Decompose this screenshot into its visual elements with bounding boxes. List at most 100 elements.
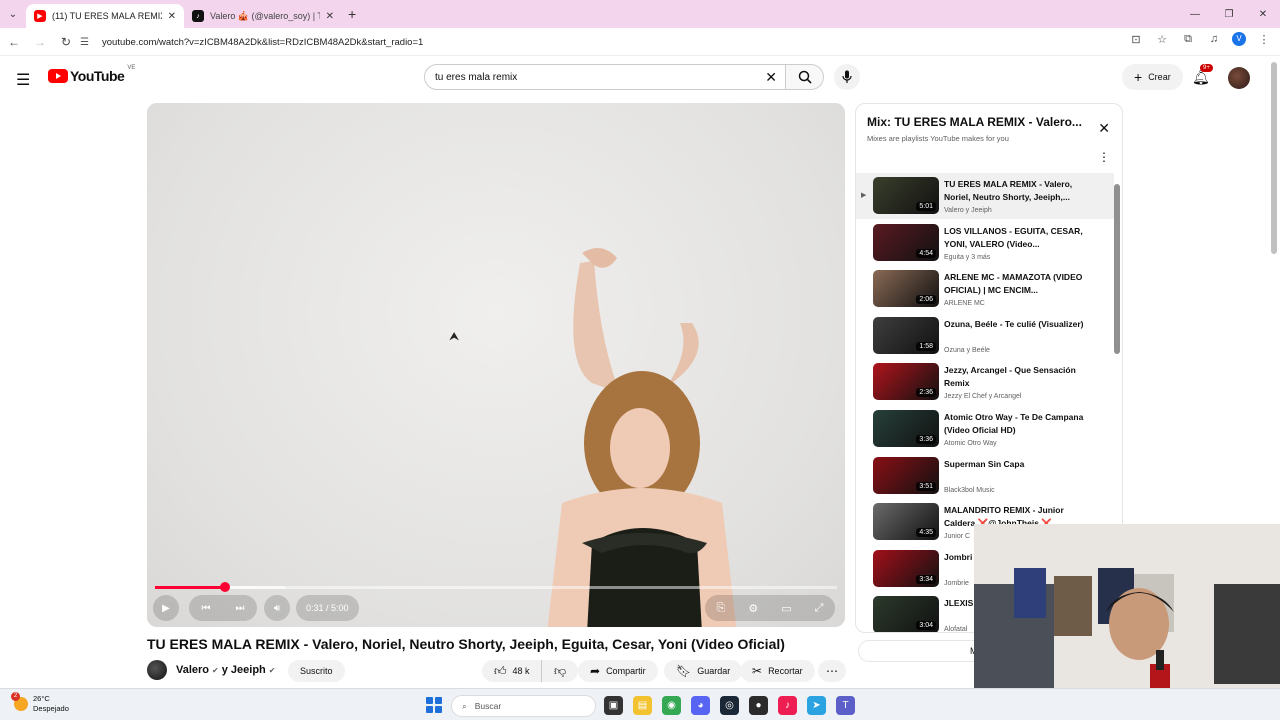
windows-taskbar: 2 26°C Despejado ⌕ Buscar ▣ ▤ ◉ ◕ ◎ ● ♪ … (0, 688, 1280, 720)
browser-menu-icon[interactable]: ⋮ (1256, 33, 1272, 46)
duration-badge: 4:54 (916, 248, 936, 258)
playlist-item[interactable]: 2:06 ARLENE MC - MAMAZOTA (VIDEO OFICIAL)… (856, 266, 1114, 312)
menu-icon[interactable]: ☰ (16, 70, 30, 90)
like-button[interactable]: 👍︎ 48 k (482, 660, 542, 682)
clip-button[interactable]: ✂ Recortar (740, 660, 815, 682)
previous-icon[interactable]: ⏮ (202, 603, 211, 614)
task-view-icon[interactable]: ▣ (604, 696, 623, 715)
share-button[interactable]: ➦ Compartir (578, 660, 658, 682)
tab-search-icon[interactable]: ⌄ (0, 0, 26, 28)
browser-tab-youtube[interactable]: ▶ (11) TU ERES MALA REMIX - Va ✕ (26, 4, 184, 28)
plus-icon: + (1134, 69, 1143, 85)
video-thumbnail[interactable]: 3:36 (873, 410, 939, 447)
address-bar[interactable]: ☰ youtube.com/watch?v=zICBM48A2Dk&list=R… (80, 31, 1080, 53)
playlist-item[interactable]: 2:36 Jezzy, Arcangel - Que Sensación Remi… (856, 359, 1114, 405)
chrome-icon[interactable]: ◉ (662, 696, 681, 715)
video-thumbnail[interactable]: 2:36 (873, 363, 939, 401)
youtube-logo[interactable]: YouTube VE (48, 65, 135, 84)
clear-search-icon[interactable]: ✕ (765, 69, 777, 86)
item-title[interactable]: Atomic Otro Way - Te De Campana (Video O… (944, 411, 1084, 437)
obs-icon[interactable]: ● (749, 696, 768, 715)
search-input[interactable]: tu eres mala remix ✕ (424, 64, 786, 90)
taskbar-search[interactable]: ⌕ Buscar (451, 695, 596, 717)
playlist-more-icon[interactable]: ⋮ (1098, 150, 1110, 164)
voice-search-button[interactable] (834, 64, 860, 90)
video-thumbnail[interactable]: 3:51 (873, 456, 939, 494)
item-title[interactable]: LOS VILLANOS - EGUITA, CESAR, YONI, VALE… (944, 225, 1084, 251)
video-thumbnail[interactable]: 4:35 (873, 503, 939, 541)
telegram-icon[interactable]: ➤ (807, 696, 826, 715)
account-avatar[interactable] (1228, 67, 1250, 89)
playlist-item[interactable]: 4:54 LOS VILLANOS - EGUITA, CESAR, YONI, … (856, 220, 1114, 266)
video-thumbnail[interactable]: 3:04 (873, 596, 939, 632)
close-tab-icon[interactable]: ✕ (326, 11, 334, 22)
video-thumbnail[interactable]: 1:58 (873, 316, 939, 354)
discord-icon[interactable]: ◕ (691, 696, 710, 715)
playlist-scrollbar[interactable] (1114, 174, 1120, 354)
item-title[interactable]: Jezzy, Arcangel - Que Sensación Remix (944, 364, 1084, 390)
browser-toolbar: ← → ↻ ☰ youtube.com/watch?v=zICBM48A2Dk&… (0, 28, 1280, 56)
channel-name[interactable]: Valero (176, 664, 209, 676)
fullscreen-icon[interactable]: ⤢ (815, 602, 824, 615)
steam-icon[interactable]: ◎ (720, 696, 739, 715)
bookmark-star-icon[interactable]: ☆ (1154, 33, 1170, 46)
playlist-item[interactable]: 3:36 Atomic Otro Way - Te De Campana (Vid… (856, 406, 1114, 452)
next-icon[interactable]: ⏭ (236, 603, 245, 614)
forward-icon[interactable]: → (28, 35, 52, 49)
close-tab-icon[interactable]: ✕ (168, 11, 176, 22)
windows-start-icon[interactable] (426, 697, 442, 713)
extensions-icon[interactable]: ⧉ (1180, 33, 1196, 46)
media-controls-icon[interactable]: ♫ (1206, 33, 1222, 45)
video-player[interactable]: ⮝ ▶ ⏮ ⏭ 🔊︎ 0:31 / 5:00 ⎘ ⚙ ▭ ⤢ (147, 103, 845, 627)
close-playlist-icon[interactable]: ✕ (1098, 120, 1110, 137)
video-thumbnail[interactable]: 2:06 (873, 270, 939, 308)
playlist-item[interactable]: ▶ 5:01 TU ERES MALA REMIX - Valero, Noriel… (856, 173, 1114, 219)
restore-icon[interactable]: ❐ (1212, 0, 1246, 28)
profile-avatar[interactable]: V (1232, 32, 1246, 46)
progress-bar[interactable] (155, 582, 837, 592)
save-button[interactable]: 🔖︎ Guardar (664, 660, 743, 682)
back-icon[interactable]: ← (2, 35, 26, 49)
dislike-button[interactable]: 👎︎ (541, 660, 579, 682)
settings-gear-icon[interactable]: ⚙ (748, 602, 758, 615)
teams-icon[interactable]: T (836, 696, 855, 715)
playlist-item[interactable]: 3:51 Superman Sin Capa Black3bol Music (856, 453, 1114, 499)
item-title[interactable]: Superman Sin Capa (944, 458, 1084, 471)
search-icon (798, 70, 812, 84)
video-thumbnail[interactable]: 5:01 (873, 177, 939, 214)
item-title[interactable]: TU ERES MALA REMIX - Valero, Noriel, Neu… (944, 178, 1084, 204)
browser-tab-tiktok[interactable]: ♪ Valero 🎪 (@valero_soy) | TikTo ✕ (184, 4, 342, 28)
subscribed-button[interactable]: Suscrito (288, 660, 345, 682)
playlist-title[interactable]: Mix: TU ERES MALA REMIX - Valero... (867, 115, 1092, 129)
video-thumbnail[interactable]: 3:34 (873, 549, 939, 587)
file-explorer-icon[interactable]: ▤ (633, 696, 652, 715)
playlist-item[interactable]: 1:58 Ozuna, Beéle - Te culié (Visualizer)… (856, 313, 1114, 359)
close-window-icon[interactable]: ✕ (1246, 0, 1280, 28)
url-text: youtube.com/watch?v=zICBM48A2Dk&list=RDz… (102, 36, 424, 48)
item-title[interactable]: Ozuna, Beéle - Te culié (Visualizer) (944, 318, 1084, 331)
notifications-button[interactable]: 🔔︎ 9+ (1192, 64, 1213, 86)
install-app-icon[interactable]: ⊡ (1128, 33, 1144, 46)
tiktok-icon[interactable]: ♪ (778, 696, 797, 715)
channel-name[interactable]: Jeeiph (231, 664, 266, 676)
search-button[interactable] (786, 64, 824, 90)
play-button[interactable]: ▶ (153, 595, 179, 621)
video-thumbnail[interactable]: 4:54 (873, 223, 939, 261)
taskbar-search-placeholder: Buscar (474, 701, 502, 711)
site-info-icon[interactable]: ☰ (80, 37, 94, 48)
page-scrollbar[interactable] (1271, 62, 1277, 254)
more-actions-button[interactable]: ⋯ (818, 660, 846, 682)
minimize-icon[interactable]: — (1178, 0, 1212, 28)
new-tab-icon[interactable]: + (348, 6, 356, 22)
reload-icon[interactable]: ↻ (54, 35, 78, 49)
weather-widget[interactable]: 2 26°C Despejado (11, 692, 69, 714)
item-channel: Junior C (944, 533, 971, 541)
youtube-favicon-icon: ▶ (34, 10, 46, 22)
channel-avatar[interactable] (147, 660, 167, 680)
mute-button[interactable]: 🔊︎ (264, 595, 290, 621)
playlist-scroll-thumb[interactable] (1114, 184, 1120, 354)
theater-mode-icon[interactable]: ▭ (781, 602, 791, 615)
create-button[interactable]: + Crear (1122, 64, 1183, 90)
item-title[interactable]: ARLENE MC - MAMAZOTA (VIDEO OFICIAL) | M… (944, 271, 1084, 297)
subtitles-icon[interactable]: ⎘ (717, 602, 726, 615)
